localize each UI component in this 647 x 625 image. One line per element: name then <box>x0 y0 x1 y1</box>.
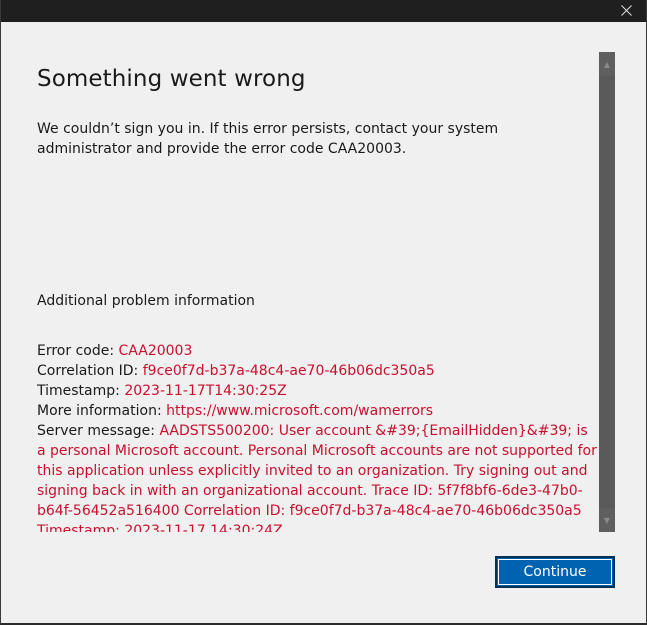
server-message-value: AADSTS500200: User account &#39;{EmailHi… <box>37 423 597 532</box>
correlation-id-value: f9ce0f7d-b37a-48c4-ae70-46b06dc350a5 <box>142 363 435 379</box>
more-info-link[interactable]: https://www.microsoft.com/wamerrors <box>166 403 433 419</box>
error-details: Error code: CAA20003 Correlation ID: f9c… <box>37 341 602 532</box>
timestamp-row: Timestamp: 2023-11-17T14:30:25Z <box>37 381 602 401</box>
continue-button[interactable]: Continue <box>495 556 615 588</box>
correlation-id-row: Correlation ID: f9ce0f7d-b37a-48c4-ae70-… <box>37 361 602 381</box>
error-code-label: Error code: <box>37 343 119 359</box>
error-code-row: Error code: CAA20003 <box>37 341 602 361</box>
sign-in-error-dialog: Something went wrong We couldn’t sign yo… <box>0 0 647 625</box>
error-message: We couldn’t sign you in. If this error p… <box>37 121 499 157</box>
vertical-scrollbar[interactable]: ▲ ▼ <box>599 52 615 532</box>
server-message-row: Server message: AADSTS500200: User accou… <box>37 421 599 532</box>
page-title: Something went wrong <box>37 66 306 92</box>
chevron-up-icon: ▲ <box>603 59 611 69</box>
more-info-label: More information: <box>37 403 167 419</box>
chevron-down-icon: ▼ <box>603 515 611 525</box>
timestamp-value: 2023-11-17T14:30:25Z <box>124 383 287 399</box>
dialog-content[interactable]: Something went wrong We couldn’t sign yo… <box>37 22 602 532</box>
correlation-id-label: Correlation ID: <box>37 363 143 379</box>
scroll-down-button[interactable]: ▼ <box>599 508 615 532</box>
server-message-label: Server message: <box>37 423 160 439</box>
additional-info-heading: Additional problem information <box>37 293 255 309</box>
error-code-value: CAA20003 <box>118 343 193 359</box>
close-button[interactable] <box>612 0 640 20</box>
close-icon <box>620 4 632 16</box>
timestamp-label: Timestamp: <box>37 383 125 399</box>
more-info-row: More information: https://www.microsoft.… <box>37 401 602 421</box>
scroll-up-button[interactable]: ▲ <box>599 52 615 76</box>
title-bar <box>1 0 646 22</box>
scroll-thumb[interactable] <box>599 76 615 508</box>
